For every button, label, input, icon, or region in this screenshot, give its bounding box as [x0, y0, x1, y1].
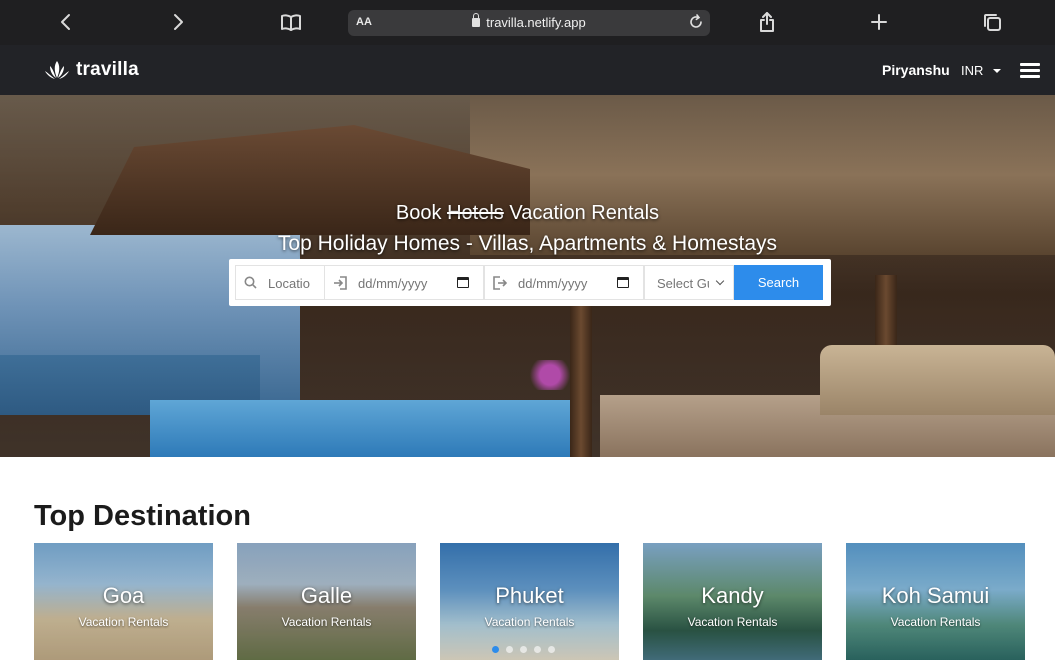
user-name-link[interactable]: Piryanshu — [882, 62, 950, 78]
guests-placeholder: Select Gu — [657, 276, 709, 291]
hero-banner: Book Hotels Vacation Rentals Top Holiday… — [0, 95, 1055, 457]
destination-subtitle: Vacation Rentals — [890, 615, 981, 629]
location-input[interactable]: Locatio — [235, 265, 325, 300]
currency-selector[interactable]: INR — [961, 63, 983, 78]
share-button[interactable] — [752, 7, 782, 37]
carousel-pagination — [492, 646, 555, 653]
share-icon — [760, 12, 774, 32]
chevron-down-icon — [715, 276, 725, 286]
checkout-icon — [493, 276, 508, 293]
guests-select[interactable]: Select Gu — [644, 265, 734, 300]
plus-icon — [871, 14, 887, 30]
carousel-dot[interactable] — [520, 646, 527, 653]
hamburger-icon-bar — [1020, 69, 1040, 72]
hamburger-icon-bar — [1020, 75, 1040, 78]
calendar-icon[interactable] — [457, 277, 469, 288]
carousel-dot[interactable] — [534, 646, 541, 653]
destination-name: Phuket — [495, 583, 564, 608]
checkout-placeholder: dd/mm/yyyy — [518, 276, 588, 291]
checkin-icon — [333, 276, 347, 293]
back-button[interactable] — [51, 7, 81, 37]
section-title: Top Destination — [34, 500, 251, 532]
destination-name: Goa — [102, 583, 145, 608]
new-tab-button[interactable] — [864, 7, 894, 37]
url-text: travilla.netlify.app — [486, 15, 586, 30]
menu-button[interactable] — [1020, 63, 1040, 78]
destination-card-kandy[interactable]: Kandy Vacation Rentals — [643, 543, 822, 660]
hero-image-sofa — [820, 345, 1055, 415]
hero-headline: Book Hotels Vacation Rentals — [0, 202, 1055, 225]
hero-image-pool — [150, 400, 570, 457]
destination-card-koh-samui[interactable]: Koh Samui Vacation Rentals — [846, 543, 1025, 660]
calendar-icon[interactable] — [617, 277, 629, 288]
headline-prefix: Book — [395, 202, 442, 224]
carousel-dot[interactable] — [506, 646, 513, 653]
checkin-date-input[interactable]: dd/mm/yyyy — [324, 265, 484, 300]
reload-button[interactable] — [688, 14, 704, 35]
page: AA travilla.netlify.app travilla Piryans… — [0, 0, 1055, 660]
destination-subtitle: Vacation Rentals — [484, 615, 575, 629]
lotus-logo-icon — [45, 61, 69, 79]
destination-name: Kandy — [701, 583, 764, 608]
destination-card-phuket[interactable]: Phuket Vacation Rentals — [440, 543, 619, 660]
destination-name: Galle — [300, 583, 353, 608]
carousel-dot-active[interactable] — [492, 646, 499, 653]
hamburger-icon-bar — [1020, 63, 1040, 66]
site-navbar: travilla Piryanshu INR — [0, 45, 1055, 95]
destination-subtitle: Vacation Rentals — [78, 615, 169, 629]
book-icon — [281, 14, 301, 31]
carousel-dot[interactable] — [548, 646, 555, 653]
search-icon — [244, 276, 257, 292]
brand-name: travilla — [76, 59, 139, 80]
address-bar[interactable]: AA travilla.netlify.app — [348, 10, 710, 36]
search-form: Locatio dd/mm/yyyy dd/mm/yyyy Select Gu — [229, 259, 831, 306]
brand-logo[interactable]: travilla — [44, 58, 139, 82]
browser-toolbar: AA travilla.netlify.app — [0, 0, 1055, 45]
bookmarks-button[interactable] — [276, 7, 306, 37]
chevron-right-icon — [174, 14, 183, 30]
hero-image-ceiling — [470, 95, 1055, 255]
tabs-overview-button[interactable] — [977, 7, 1007, 37]
destination-card-galle[interactable]: Galle Vacation Rentals — [237, 543, 416, 660]
destination-carousel: Goa Vacation Rentals Galle Vacation Rent… — [34, 543, 1034, 660]
destination-subtitle: Vacation Rentals — [687, 615, 778, 629]
forward-button[interactable] — [163, 7, 193, 37]
reload-icon — [690, 14, 702, 28]
hero-image-flowers — [520, 360, 580, 390]
headline-suffix: Vacation Rentals — [509, 202, 660, 224]
checkout-date-input[interactable]: dd/mm/yyyy — [484, 265, 644, 300]
tabs-icon — [984, 14, 1001, 31]
hero-subheadline: Top Holiday Homes - Villas, Apartments &… — [277, 232, 778, 255]
caret-down-icon[interactable] — [993, 69, 1001, 73]
lock-icon — [472, 13, 481, 27]
url-display: travilla.netlify.app — [348, 13, 710, 30]
location-placeholder: Locatio — [268, 276, 310, 291]
headline-struck-word: Hotels — [447, 202, 504, 224]
chevron-left-icon — [61, 14, 70, 30]
checkin-placeholder: dd/mm/yyyy — [358, 276, 428, 291]
destination-card-goa[interactable]: Goa Vacation Rentals — [34, 543, 213, 660]
search-button[interactable]: Search — [734, 265, 823, 300]
destination-name: Koh Samui — [881, 583, 990, 608]
destination-subtitle: Vacation Rentals — [281, 615, 372, 629]
